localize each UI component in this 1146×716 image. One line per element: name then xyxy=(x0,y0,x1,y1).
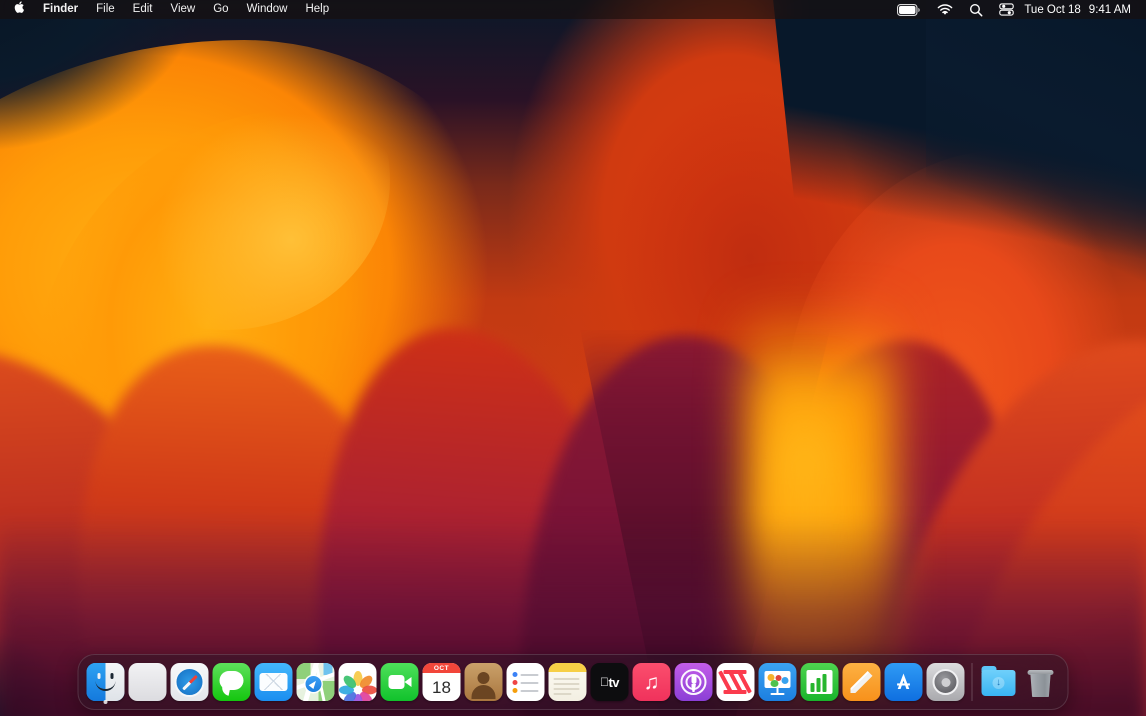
search-icon[interactable] xyxy=(961,0,991,19)
dock-item-photos[interactable] xyxy=(337,658,379,706)
apple-tv-icon: tv xyxy=(590,663,629,701)
dock-item-downloads[interactable]: ↓ xyxy=(978,658,1020,706)
notes-icon xyxy=(548,663,587,701)
dock-item-numbers[interactable] xyxy=(799,658,841,706)
menu-item-edit[interactable]: Edit xyxy=(124,0,162,19)
news-icon xyxy=(716,663,755,701)
dock-item-safari[interactable] xyxy=(169,658,211,706)
menu-item-view[interactable]: View xyxy=(162,0,205,19)
calendar-icon: OCT 18 xyxy=(422,663,461,701)
keynote-icon xyxy=(758,663,797,701)
menu-bar-status-area: Tue Oct 18 9:41 AM xyxy=(889,0,1146,19)
dock-item-contacts[interactable] xyxy=(463,658,505,706)
desktop-wallpaper[interactable] xyxy=(0,0,1146,716)
dock-item-calendar[interactable]: OCT 18 xyxy=(421,658,463,706)
dock-item-news[interactable] xyxy=(715,658,757,706)
menu-item-help[interactable]: Help xyxy=(296,0,338,19)
trash-icon xyxy=(1022,663,1060,701)
dock-item-finder[interactable] xyxy=(85,658,127,706)
reminders-icon xyxy=(506,663,545,701)
dock-item-settings[interactable] xyxy=(925,658,967,706)
menu-item-file[interactable]: File xyxy=(87,0,124,19)
launchpad-icon xyxy=(128,663,167,701)
downloads-folder-icon: ↓ xyxy=(980,663,1018,701)
wallpaper-vignette xyxy=(0,0,1146,716)
dock-item-facetime[interactable] xyxy=(379,658,421,706)
apple-logo-icon[interactable] xyxy=(9,0,34,19)
messages-icon xyxy=(212,663,251,701)
dock-item-notes[interactable] xyxy=(547,658,589,706)
finder-icon xyxy=(86,663,125,701)
music-icon: ♫ xyxy=(632,663,671,701)
menu-bar-date[interactable]: Tue Oct 18 xyxy=(1022,4,1086,16)
dock-item-podcasts[interactable] xyxy=(673,658,715,706)
dock-item-music[interactable]: ♫ xyxy=(631,658,673,706)
control-center-icon[interactable] xyxy=(991,0,1022,19)
maps-icon xyxy=(296,663,335,701)
menu-item-window[interactable]: Window xyxy=(238,0,297,19)
facetime-icon xyxy=(380,663,419,701)
dock-item-launchpad[interactable] xyxy=(127,658,169,706)
dock: OCT 18 tv ♫ ↓ xyxy=(77,654,1069,710)
download-arrow-glyph: ↓ xyxy=(992,677,1005,689)
menu-item-go[interactable]: Go xyxy=(204,0,237,19)
numbers-icon xyxy=(800,663,839,701)
menu-bar-app-menus: Finder File Edit View Go Window Help xyxy=(0,0,338,19)
dock-separator xyxy=(971,663,973,701)
dock-item-keynote[interactable] xyxy=(757,658,799,706)
calendar-month: OCT xyxy=(422,663,461,673)
calendar-day: 18 xyxy=(432,677,451,697)
dock-item-tv[interactable]: tv xyxy=(589,658,631,706)
menu-bar-time[interactable]: 9:41 AM xyxy=(1087,4,1137,16)
menu-item-finder[interactable]: Finder xyxy=(34,0,87,19)
dock-item-reminders[interactable] xyxy=(505,658,547,706)
mail-icon xyxy=(254,663,293,701)
desktop-screen: Finder File Edit View Go Window Help Tue… xyxy=(0,0,1146,716)
photos-icon xyxy=(338,663,377,701)
battery-icon[interactable] xyxy=(889,0,929,19)
dock-item-appstore[interactable] xyxy=(883,658,925,706)
pages-icon xyxy=(842,663,881,701)
app-store-icon xyxy=(884,663,923,701)
dock-item-maps[interactable] xyxy=(295,658,337,706)
dock-item-messages[interactable] xyxy=(211,658,253,706)
menu-bar: Finder File Edit View Go Window Help Tue… xyxy=(0,0,1146,19)
system-settings-icon xyxy=(926,663,965,701)
safari-icon xyxy=(170,663,209,701)
music-note-glyph: ♫ xyxy=(643,670,660,694)
contacts-icon xyxy=(464,663,503,701)
wifi-icon[interactable] xyxy=(929,0,961,19)
dock-item-mail[interactable] xyxy=(253,658,295,706)
dock-item-trash[interactable] xyxy=(1020,658,1062,706)
dock-item-pages[interactable] xyxy=(841,658,883,706)
running-indicator xyxy=(103,700,108,704)
podcasts-icon xyxy=(674,663,713,701)
tv-label: tv xyxy=(604,674,619,690)
